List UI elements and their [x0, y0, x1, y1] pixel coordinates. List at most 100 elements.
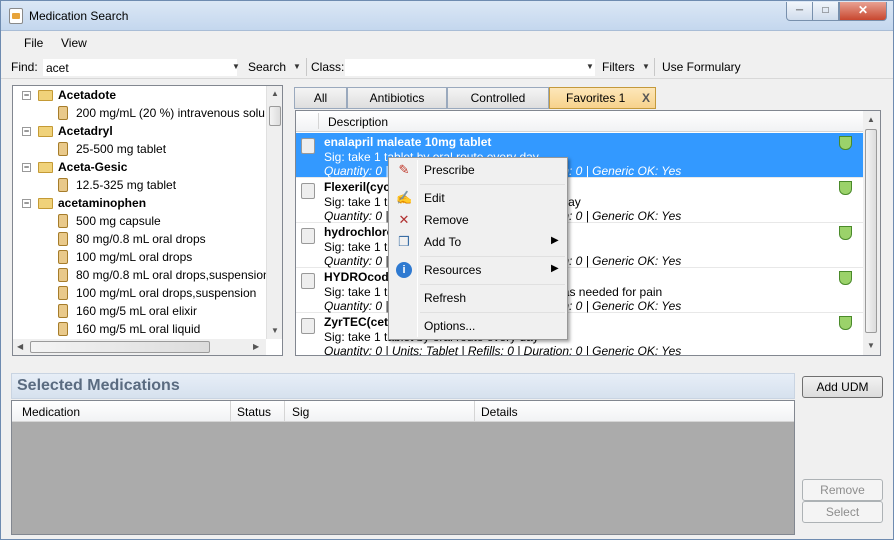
search-dropdown-icon[interactable]: ▼	[293, 62, 301, 71]
grid-row[interactable]: hydrochlorothiazideSig: take 1 tablet by…	[296, 223, 863, 268]
collapse-icon[interactable]: −	[22, 163, 31, 172]
column-details[interactable]: Details	[481, 405, 518, 419]
grid-vertical-scrollbar[interactable]: ▲ ▼	[863, 111, 880, 355]
filters-dropdown-icon[interactable]: ▼	[642, 62, 650, 71]
medication-icon	[58, 232, 68, 246]
edit-icon: ✍	[396, 190, 413, 205]
collapse-icon[interactable]: −	[22, 91, 31, 100]
prescription-icon	[301, 138, 315, 154]
tree-item[interactable]: 100 mg/mL oral drops,suspension	[58, 284, 257, 302]
tree-group[interactable]: − Acetadryl	[22, 122, 113, 140]
medication-icon	[58, 250, 68, 264]
context-menu-label: Refresh	[424, 291, 467, 305]
tab-all[interactable]: All	[294, 87, 347, 109]
medication-tree[interactable]: − Acetadote 200 mg/mL (20 %) intravenous s…	[12, 85, 283, 356]
context-menu-label: Remove	[424, 213, 469, 227]
tree-horizontal-scrollbar[interactable]: ◀ ▶	[13, 339, 266, 355]
tree-group[interactable]: − acetaminophen	[22, 194, 146, 212]
medication-icon	[58, 106, 68, 120]
selected-columns-header: Medication Status Sig Details	[12, 401, 794, 422]
formulary-shield-icon	[839, 136, 852, 150]
tree-item[interactable]: 160 mg/5 mL oral liquid	[58, 320, 200, 338]
tree-item[interactable]: 160 mg/5 mL oral elixir	[58, 302, 197, 320]
select-button[interactable]: Select	[802, 501, 883, 523]
tree-item[interactable]: 12.5-325 mg tablet	[58, 176, 176, 194]
tree-item[interactable]: 200 mg/mL (20 %) intravenous solu	[58, 104, 265, 122]
formulary-shield-icon	[839, 226, 852, 240]
folder-icon	[38, 198, 53, 209]
scroll-down-icon[interactable]: ▼	[867, 341, 875, 350]
context-menu-item[interactable]: Refresh	[391, 287, 565, 309]
tree-vertical-scrollbar[interactable]: ▲ ▼	[266, 86, 282, 339]
add-to-icon: ❒	[398, 234, 410, 249]
filters-button[interactable]: Filters	[602, 60, 635, 74]
find-dropdown-icon[interactable]: ▼	[232, 62, 240, 71]
column-status[interactable]: Status	[237, 405, 271, 419]
medication-icon	[58, 268, 68, 282]
column-sig[interactable]: Sig	[292, 405, 309, 419]
tree-item[interactable]: 100 mg/mL oral drops	[58, 248, 193, 266]
scroll-thumb[interactable]	[865, 129, 877, 333]
favorites-grid[interactable]: Description enalapril maleate 10mg table…	[295, 110, 881, 356]
context-menu-item[interactable]: i Resources ▶	[391, 259, 565, 281]
folder-icon	[38, 90, 53, 101]
find-input[interactable]: acet	[42, 58, 238, 77]
scroll-thumb[interactable]	[30, 341, 210, 353]
tree-group[interactable]: − Acetadote	[22, 86, 116, 104]
tree-group[interactable]: − Aceta-Gesic	[22, 158, 127, 176]
submenu-arrow-icon: ▶	[551, 235, 559, 246]
menu-separator	[420, 184, 565, 185]
search-button[interactable]: Search	[248, 60, 286, 74]
tab-antibiotics[interactable]: Antibiotics	[347, 87, 447, 109]
context-menu: ✎ Prescribe ✍ Edit ✕ Remove ❒ Add To ▶ i Resources…	[388, 157, 568, 340]
context-menu-label: Edit	[424, 191, 445, 205]
scroll-thumb[interactable]	[269, 106, 281, 126]
context-menu-item[interactable]: ❒ Add To ▶	[391, 231, 565, 253]
grid-row[interactable]: HYDROcodone-acetaminophen tabletSig: tak…	[296, 268, 863, 313]
medication-icon	[58, 286, 68, 300]
remove-button[interactable]: Remove	[802, 479, 883, 501]
class-dropdown-icon[interactable]: ▼	[586, 62, 594, 71]
column-description[interactable]: Description	[328, 115, 388, 129]
scroll-up-icon[interactable]: ▲	[271, 89, 279, 98]
prescription-icon	[301, 183, 315, 199]
grid-row[interactable]: ZyrTEC(cetirizine)Sig: take 1 tablet by …	[296, 313, 863, 355]
use-formulary-button[interactable]: Use Formulary	[662, 60, 741, 74]
add-udm-button[interactable]: Add UDM	[802, 376, 883, 398]
class-input[interactable]	[344, 58, 596, 77]
selected-medications-table[interactable]: Medication Status Sig Details	[11, 400, 795, 535]
main-window: Medication Search ─ □ ✕ File View Find: …	[0, 0, 894, 540]
context-menu-item[interactable]: ✎ Prescribe	[391, 159, 565, 181]
close-button[interactable]: ✕	[839, 2, 887, 21]
tree-item[interactable]: 80 mg/0.8 mL oral drops,suspension	[58, 266, 270, 284]
maximize-button[interactable]: □	[812, 2, 839, 21]
prescription-icon	[301, 228, 315, 244]
context-menu-item[interactable]: Options...	[391, 315, 565, 337]
scroll-down-icon[interactable]: ▼	[271, 326, 279, 335]
tree-item[interactable]: 80 mg/0.8 mL oral drops	[58, 230, 206, 248]
tree-label: 100 mg/mL oral drops,suspension	[76, 286, 257, 300]
collapse-icon[interactable]: −	[22, 199, 31, 208]
tab-close-icon[interactable]: X	[642, 88, 650, 108]
menu-file[interactable]: File	[24, 36, 43, 50]
tab-favorites-1[interactable]: Favorites 1 X	[549, 87, 656, 109]
scroll-right-icon[interactable]: ▶	[253, 342, 259, 351]
grid-row[interactable]: enalapril maleate 10mg tablet Sig: take 1…	[296, 133, 863, 178]
menu-view[interactable]: View	[61, 36, 87, 50]
collapse-icon[interactable]: −	[22, 127, 31, 136]
tree-label: Acetadryl	[58, 124, 113, 138]
tree-item[interactable]: 500 mg capsule	[58, 212, 161, 230]
context-menu-item[interactable]: ✕ Remove	[391, 209, 565, 231]
tree-item[interactable]: 25-500 mg tablet	[58, 140, 166, 158]
minimize-button[interactable]: ─	[786, 2, 813, 21]
tab-controlled[interactable]: Controlled	[447, 87, 549, 109]
scroll-left-icon[interactable]: ◀	[17, 342, 23, 351]
medication-icon	[58, 142, 68, 156]
tree-label: 160 mg/5 mL oral elixir	[76, 304, 197, 318]
tree-label: 100 mg/mL oral drops	[76, 250, 193, 264]
scroll-up-icon[interactable]: ▲	[867, 115, 875, 124]
tab-label: Controlled	[470, 91, 526, 105]
column-medication[interactable]: Medication	[22, 405, 80, 419]
context-menu-item[interactable]: ✍ Edit	[391, 187, 565, 209]
grid-row[interactable]: Flexeril(cyclobenzaprine)Sig: take 1 tab…	[296, 178, 863, 223]
